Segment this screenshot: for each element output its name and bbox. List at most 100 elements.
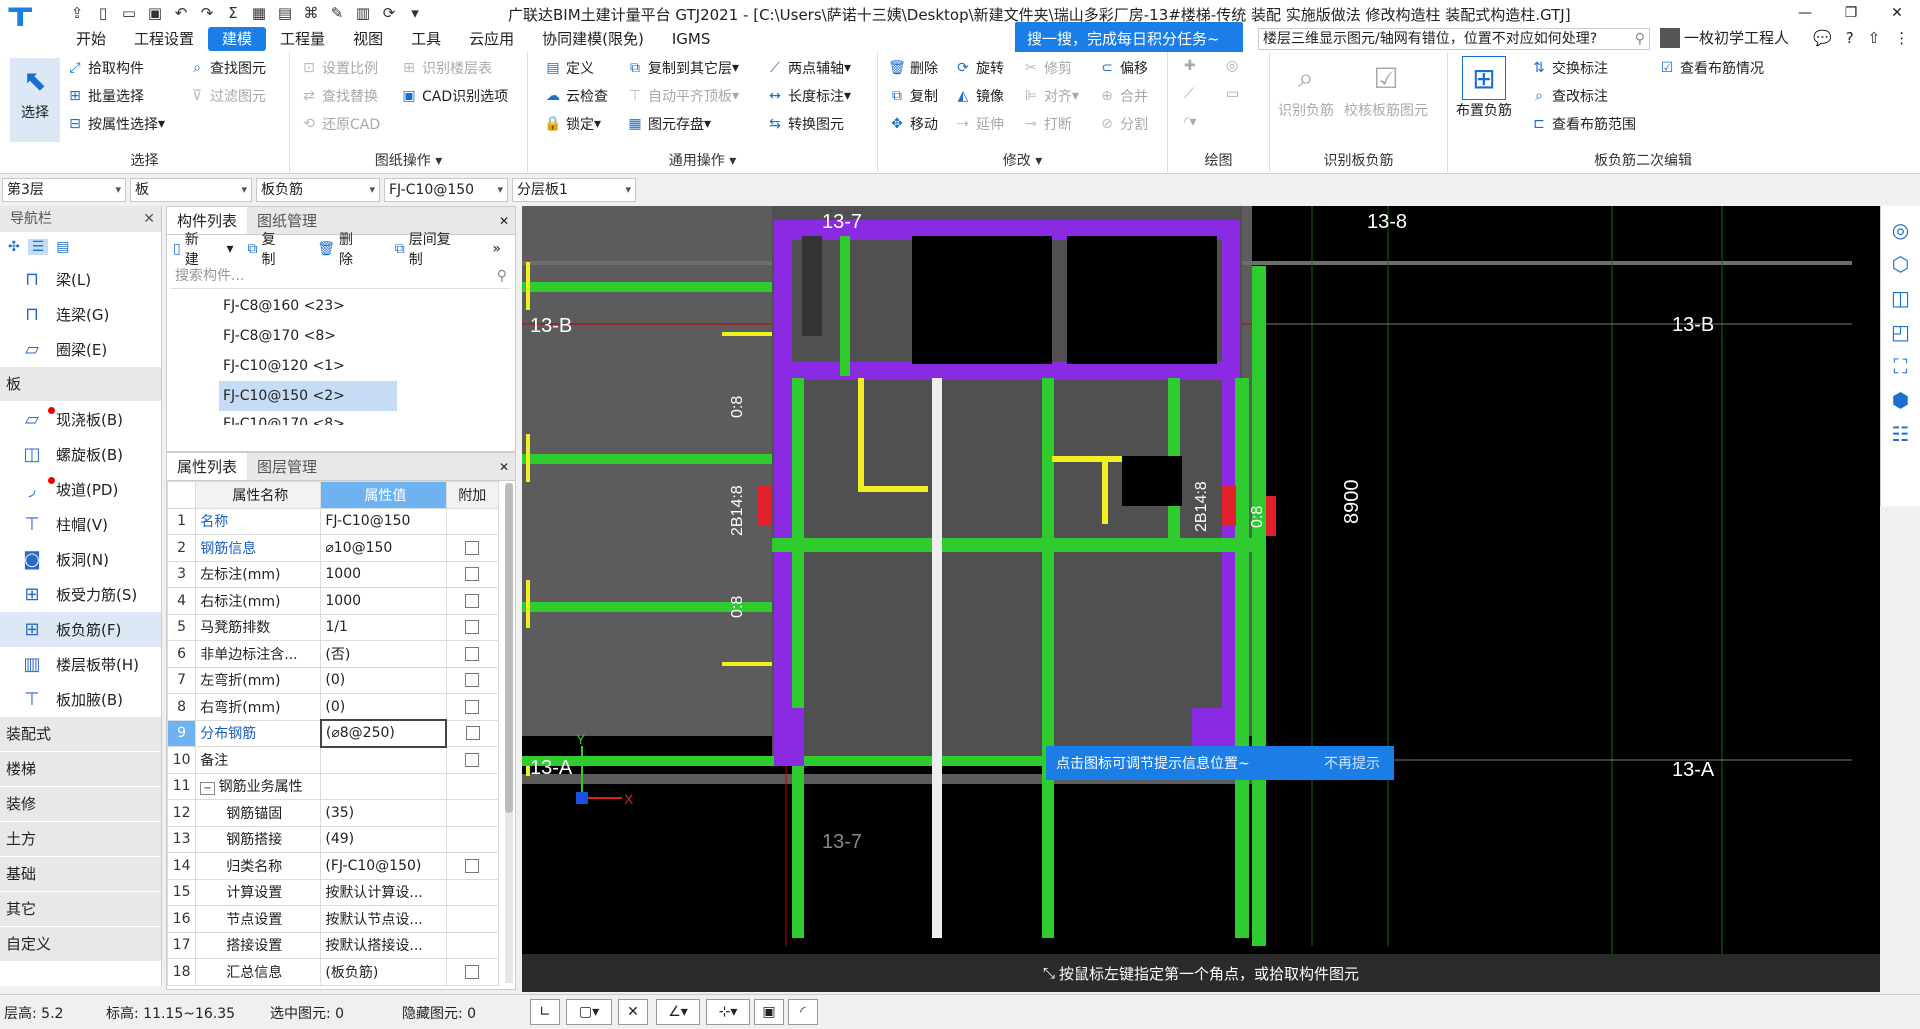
property-extra[interactable] (445, 560, 499, 588)
extra-checkbox[interactable] (465, 593, 480, 608)
nav-item-slab-hole[interactable]: ◙ 板洞(N) (0, 542, 161, 577)
property-value[interactable]: (0) (320, 693, 447, 721)
tab-layer-manage[interactable]: 图层管理 (247, 453, 327, 480)
pen-icon[interactable]: ✎ (324, 2, 350, 24)
copy-component-button[interactable]: ⧉ 复制 (248, 229, 304, 269)
save-element-button[interactable]: ▦ 图元存盘 ▾ (626, 112, 711, 136)
property-extra[interactable] (445, 746, 499, 774)
align-button[interactable]: ⊫ 对齐 ▾ (1022, 84, 1079, 108)
menu-view[interactable]: 视图 (339, 27, 397, 51)
grid-icon[interactable]: ▦ (246, 2, 272, 24)
extra-checkbox[interactable] (465, 646, 480, 661)
component-item[interactable]: FJ-C8@170 <8> (167, 321, 515, 351)
floor-copy-button[interactable]: ⧉ 层间复制 (395, 229, 479, 269)
dismiss-tip-link[interactable]: 不再提示 (1324, 753, 1380, 773)
general-ops-label[interactable]: 通用操作 ▾ (528, 150, 877, 170)
menu-start[interactable]: 开始 (62, 27, 120, 51)
category-select[interactable]: 板 (130, 178, 252, 202)
table-row[interactable]: 1 名称 FJ-C10@150 (166, 507, 499, 535)
auto-align-button[interactable]: ⊤ 自动平齐顶板 ▾ (626, 84, 739, 108)
component-item[interactable]: FJ-C8@160 <23> (167, 291, 515, 321)
cad-options-button[interactable]: ▣ CAD识别选项 (400, 84, 508, 108)
nav-item-ramp[interactable]: ◞ 坡道(PD) (0, 472, 161, 507)
property-extra[interactable] (445, 640, 499, 668)
copy-button[interactable]: ⧉ 复制 (888, 84, 938, 108)
place-neg-rebar-button[interactable]: ⊞ 布置负筋 (1456, 56, 1512, 120)
table-row[interactable]: 8 右弯折(mm) (0) (166, 693, 499, 721)
find-element-button[interactable]: ⌕ 查找图元 (188, 56, 266, 80)
floor-plan[interactable]: 13-7 13-8 13-B 13-A 13-B 13-A 13-7 8900 … (522, 206, 1880, 992)
nav-category-stair[interactable]: 楼梯 (0, 752, 161, 787)
property-extra[interactable] (445, 852, 499, 880)
table-row[interactable]: 2 钢筋信息 ⌀10@150 (166, 534, 499, 562)
select-by-attr-button[interactable]: ⊟ 按属性选择 ▾ (66, 112, 165, 136)
layer-toggle[interactable]: ▣ (754, 999, 784, 1025)
menu-tools[interactable]: 工具 (397, 27, 455, 51)
nav-item-slab-rebar[interactable]: ⊞ 板受力筋(S) (0, 577, 161, 612)
nav-item-slab-haunch[interactable]: ⊤ 板加腋(B) (0, 682, 161, 717)
offset-toggle[interactable]: ⊹▾ (706, 999, 750, 1025)
cloud-check-button[interactable]: ☁ 云检查 (544, 84, 608, 108)
extend-button[interactable]: ⇢ 延伸 (954, 112, 1004, 136)
property-value[interactable]: 按默认节点设... (320, 905, 447, 933)
property-extra[interactable] (445, 587, 499, 615)
undo-icon[interactable]: ↶ (168, 2, 194, 24)
arc-toggle[interactable]: ◜ (788, 999, 818, 1025)
lock-button[interactable]: 🔒 锁定 ▾ (544, 112, 601, 136)
property-extra[interactable] (445, 958, 499, 986)
nav-item-slab-strip[interactable]: ▥ 楼层板带(H) (0, 647, 161, 682)
nav-category-slab[interactable]: 板 (0, 367, 161, 402)
split-button[interactable]: ⊘ 分割 (1098, 112, 1148, 136)
modify-label[interactable]: 修改 ▾ (878, 150, 1167, 170)
open-folder-icon[interactable]: ▭ (116, 2, 142, 24)
extra-checkbox[interactable] (465, 620, 480, 635)
type-select[interactable]: 板负筋 (256, 178, 380, 202)
property-extra[interactable] (445, 613, 499, 641)
select-button[interactable]: ⬉ 选择 (10, 58, 60, 142)
view-3d-icon[interactable]: ⬡ (1892, 252, 1909, 276)
two-point-axis-button[interactable]: ⟋ 两点辅轴 ▾ (766, 56, 851, 80)
nav-category-foundation[interactable]: 基础 (0, 857, 161, 892)
property-value[interactable]: (FJ-C10@150) (320, 852, 447, 880)
chat-icon[interactable]: 💬 (1813, 29, 1832, 47)
property-value[interactable] (320, 746, 447, 774)
nav-item-column-cap[interactable]: ⊤ 柱帽(V) (0, 507, 161, 542)
nav-item-cast-slab[interactable]: ▱ 现浇板(B) (0, 402, 161, 437)
merge-button[interactable]: ⊕ 合并 (1098, 84, 1148, 108)
fit-view-icon[interactable]: ⛶ (1894, 354, 1908, 378)
settings-icon[interactable]: ☷ (1892, 422, 1910, 446)
table-row[interactable]: 17 搭接设置 按默认搭接设... (166, 931, 499, 959)
nav-category-other[interactable]: 其它 (0, 892, 161, 927)
property-value[interactable]: (否) (320, 640, 447, 668)
property-scrollbar[interactable] (505, 483, 513, 983)
ortho-toggle[interactable]: ∟ (530, 999, 560, 1025)
close-panel-icon[interactable]: ✕ (499, 207, 509, 234)
redo-icon[interactable]: ↷ (194, 2, 220, 24)
menu-project-settings[interactable]: 工程设置 (120, 27, 208, 51)
property-value[interactable]: (⌀8@250) (319, 719, 448, 748)
table-row[interactable]: 14 归类名称 (FJ-C10@150) (166, 852, 499, 880)
pick-component-button[interactable]: ⤢ 拾取构件 (66, 56, 144, 80)
edit-label-button[interactable]: ⌕ 查改标注 (1530, 84, 1608, 108)
component-item[interactable]: FJ-C10@120 <1> (167, 351, 515, 381)
nav-category-custom[interactable]: 自定义 (0, 927, 161, 962)
property-value[interactable]: FJ-C10@150 (320, 507, 447, 535)
check-rebar-button[interactable]: ☑ 校核板筋图元 (1344, 56, 1428, 120)
property-extra[interactable] (445, 693, 499, 721)
save-icon[interactable]: ▣ (142, 2, 168, 24)
menu-cloud[interactable]: 云应用 (455, 27, 528, 51)
new-file-icon[interactable]: ▯ (90, 2, 116, 24)
property-value[interactable]: (35) (320, 799, 447, 827)
convert-element-button[interactable]: ⇆ 转换图元 (766, 112, 844, 136)
help-search-input[interactable]: 楼层三维显示图元/轴网有错位，位置不对应如何处理? ⚲ (1258, 28, 1650, 50)
property-value[interactable] (320, 772, 447, 800)
extra-checkbox[interactable] (465, 540, 480, 555)
swap-label-button[interactable]: ⇅ 交换标注 (1530, 56, 1608, 80)
sync-icon[interactable]: ⟳ (376, 2, 402, 24)
delete-component-button[interactable]: 🗑 删除 (317, 229, 381, 269)
table-row[interactable]: 16 节点设置 按默认节点设... (166, 905, 499, 933)
restore-icon[interactable]: ❐ (1828, 0, 1874, 26)
layer-select[interactable]: 分层板1 (512, 178, 636, 202)
box-view-icon[interactable]: ◰ (1891, 320, 1910, 344)
line-draw-icon[interactable]: ⟋ (1184, 86, 1194, 102)
